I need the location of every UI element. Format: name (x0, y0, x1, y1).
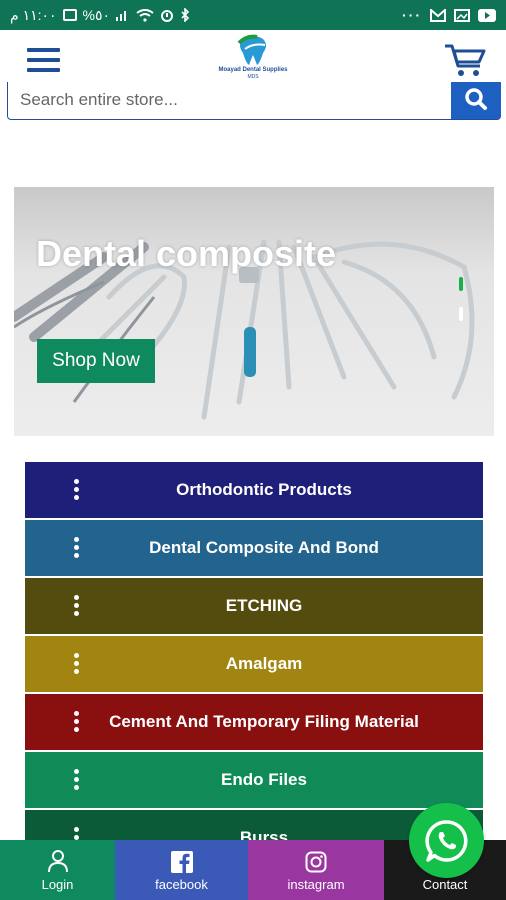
kebab-icon (74, 595, 80, 617)
kebab-icon (74, 769, 80, 791)
search-button[interactable] (451, 82, 501, 119)
kebab-icon (74, 537, 80, 559)
promo-banner[interactable]: Dental composite Shop Now (14, 187, 494, 436)
shop-now-button[interactable]: Shop Now (37, 339, 155, 383)
banner-title: Dental composite (36, 233, 337, 274)
slide-indicator-active[interactable] (459, 277, 463, 291)
category-label: Amalgam (225, 654, 303, 673)
battery-icon (62, 9, 77, 21)
instagram-icon (305, 851, 327, 873)
whatsapp-button[interactable] (409, 803, 484, 878)
kebab-icon (74, 711, 80, 733)
status-left: ١١:٠٠ م %٥٠ (10, 7, 190, 24)
youtube-icon (478, 8, 496, 22)
signal-icon (116, 11, 127, 21)
whatsapp-icon (424, 819, 467, 862)
status-time: ١١:٠٠ م (10, 6, 57, 23)
brand-abbrev: MDS (247, 74, 259, 80)
category-orthodontic-products[interactable]: Orthodontic Products (25, 462, 483, 518)
bluetooth-icon (181, 8, 190, 22)
wifi-icon (136, 8, 154, 22)
slide-indicator[interactable] (459, 307, 463, 321)
gallery-icon (454, 8, 470, 22)
category-cement-and-temporary-filing-material[interactable]: Cement And Temporary Filing Material (25, 694, 483, 750)
status-right: ··· (402, 7, 496, 23)
category-label: Dental Composite And Bond (149, 538, 379, 557)
search-input[interactable] (20, 82, 440, 118)
kebab-icon (74, 479, 80, 501)
nav-instagram[interactable]: instagram (248, 840, 384, 900)
category-list: Orthodontic Products Dental Composite An… (25, 462, 483, 868)
facebook-icon (170, 851, 193, 873)
nav-contact-label: Contact (422, 877, 468, 892)
gmail-icon (430, 8, 446, 22)
nav-instagram-label: instagram (287, 877, 345, 892)
category-dental-composite-and-bond[interactable]: Dental Composite And Bond (25, 520, 483, 576)
search-bar (7, 82, 501, 120)
category-label: Endo Files (221, 770, 307, 789)
status-bar: ١١:٠٠ م %٥٠ ··· (0, 0, 506, 30)
dental-instruments-image (14, 239, 475, 420)
category-etching[interactable]: ETCHING (25, 578, 483, 634)
category-label: ETCHING (225, 596, 303, 615)
more-notifications-icon: ··· (402, 7, 422, 23)
app-screen: ١١:٠٠ م %٥٠ ··· Moayad Dental Supplies M… (0, 0, 506, 900)
tooth-logo-icon (237, 34, 266, 65)
category-amalgam[interactable]: Amalgam (25, 636, 483, 692)
menu-icon[interactable] (27, 46, 60, 74)
nav-login-label: Login (41, 877, 74, 892)
category-endo-files[interactable]: Endo Files (25, 752, 483, 808)
nav-facebook-label: facebook (155, 877, 208, 892)
nav-facebook[interactable]: facebook (115, 840, 248, 900)
cart-icon[interactable] (444, 42, 486, 78)
battery-percent: %٥٠ (82, 6, 111, 23)
user-icon (47, 850, 68, 873)
category-label: Cement And Temporary Filing Material (109, 712, 419, 731)
category-label: Orthodontic Products (176, 480, 352, 499)
brand-name: Moayad Dental Supplies (218, 67, 288, 73)
search-icon (465, 88, 487, 110)
alarm-icon (161, 10, 174, 22)
nav-login[interactable]: Login (0, 840, 115, 900)
kebab-icon (74, 653, 80, 675)
